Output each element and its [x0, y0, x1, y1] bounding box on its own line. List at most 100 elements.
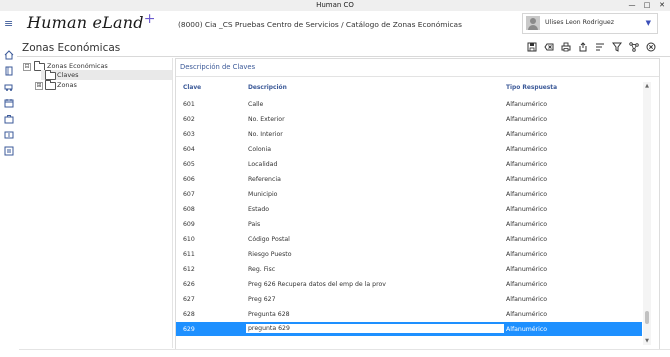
minimize-button[interactable]: —	[625, 0, 639, 11]
cell-clave: 604	[183, 146, 195, 153]
divider	[176, 76, 659, 77]
table-row[interactable]: 608 Estado Alfanumérico	[176, 202, 642, 217]
tree-node-label: Zonas	[57, 81, 77, 89]
table-row[interactable]: 607 Municipio Alfanumérico	[176, 187, 642, 202]
cell-clave: 602	[183, 116, 195, 123]
column-header-tipo-respuesta[interactable]: Tipo Respuesta	[506, 85, 557, 91]
cell-descripcion: Calle	[248, 101, 264, 108]
table-row-selected[interactable]: 629 pregunta 629 Alfanumérico	[176, 322, 642, 336]
cell-clave: 627	[183, 296, 195, 303]
cell-clave: 629	[183, 326, 195, 333]
divider	[19, 349, 670, 350]
cell-descripcion: Código Postal	[248, 236, 290, 243]
table-row[interactable]: 605 Localidad Alfanumérico	[176, 157, 642, 172]
window-title: Human CO	[316, 1, 354, 9]
cell-tipo-respuesta: Alfanumérico	[506, 206, 548, 213]
cell-clave: 601	[183, 101, 195, 108]
tree-node-zonas[interactable]: ⊞ Zonas	[35, 80, 155, 90]
cell-tipo-respuesta: Alfanumérico	[506, 266, 548, 273]
cell-descripcion: Municipio	[248, 191, 278, 198]
scroll-thumb[interactable]	[645, 311, 649, 324]
close-circle-icon[interactable]	[645, 41, 656, 53]
descripcion-edit-field[interactable]: pregunta 629	[246, 324, 504, 333]
cell-descripcion: Riesgo Puesto	[248, 251, 292, 258]
cell-descripcion: Localidad	[248, 161, 278, 168]
cell-tipo-respuesta: Alfanumérico	[506, 131, 548, 138]
tree-collapse-icon[interactable]: ⊟	[23, 63, 31, 71]
cell-tipo-respuesta: Alfanumérico	[506, 176, 548, 183]
calendar-icon[interactable]	[4, 93, 14, 108]
home-icon[interactable]	[4, 45, 14, 60]
book-icon[interactable]	[4, 61, 14, 76]
maximize-button[interactable]: □	[640, 0, 654, 11]
cell-descripcion: Reg. Fisc	[248, 266, 276, 273]
cell-clave: 609	[183, 221, 195, 228]
cell-tipo-respuesta: Alfanumérico	[506, 146, 548, 153]
scroll-up-icon[interactable]: ▲	[643, 82, 651, 90]
export-icon[interactable]	[577, 41, 588, 53]
tree-node-claves[interactable]: Claves	[41, 70, 172, 80]
window-close-button[interactable]: ✕	[655, 0, 669, 11]
page-title: Zonas Económicas	[22, 42, 121, 54]
scroll-down-icon[interactable]: ▼	[643, 337, 651, 345]
table-row[interactable]: 601 Calle Alfanumérico	[176, 97, 642, 112]
cell-clave: 608	[183, 206, 195, 213]
id-card-icon[interactable]	[4, 141, 14, 156]
table-row[interactable]: 609 Pais Alfanumérico	[176, 217, 642, 232]
briefcase-icon[interactable]	[4, 109, 14, 124]
app-header: ≡ Human eLand+ (8000) Cia _CS Pruebas Ce…	[0, 11, 670, 35]
page-header: Zonas Económicas	[17, 39, 670, 57]
table-row[interactable]: 628 Pregunta 628 Alfanumérico	[176, 307, 642, 322]
cell-tipo-respuesta: Alfanumérico	[506, 281, 548, 288]
sort-icon[interactable]	[594, 41, 605, 53]
filter-icon[interactable]	[611, 41, 622, 53]
cell-clave: 607	[183, 191, 195, 198]
cell-descripcion: Estado	[248, 206, 270, 213]
save-icon[interactable]	[526, 41, 537, 53]
cell-tipo-respuesta: Alfanumérico	[506, 251, 548, 258]
table-row[interactable]: 610 Código Postal Alfanumérico	[176, 232, 642, 247]
table-row[interactable]: 627 Preg 627 Alfanumérico	[176, 292, 642, 307]
cell-descripcion: Pais	[248, 221, 261, 228]
column-header-clave[interactable]: Clave	[183, 85, 201, 91]
logo-text: Human eLand	[27, 13, 144, 32]
cell-clave: 606	[183, 176, 195, 183]
table-row[interactable]: 604 Colonia Alfanumérico	[176, 142, 642, 157]
cell-tipo-respuesta: Alfanumérico	[506, 311, 548, 318]
app-logo: Human eLand+	[27, 11, 156, 32]
cell-clave: 611	[183, 251, 195, 258]
cell-tipo-respuesta: Alfanumérico	[506, 236, 548, 243]
breadcrumb: (8000) Cia _CS Pruebas Centro de Servici…	[178, 20, 462, 29]
cell-clave: 605	[183, 161, 195, 168]
toolbar	[526, 41, 656, 53]
cell-descripcion: No. Exterior	[248, 116, 285, 123]
logo-plus: +	[143, 11, 156, 27]
table-row[interactable]: 606 Referencia Alfanumérico	[176, 172, 642, 187]
cell-clave: 626	[183, 281, 195, 288]
tree-node-label: Claves	[57, 71, 79, 79]
print-icon[interactable]	[560, 41, 571, 53]
cell-descripcion: Pregunta 628	[248, 311, 290, 318]
left-nav	[0, 44, 17, 357]
table-row[interactable]: 612 Reg. Fisc Alfanumérico	[176, 262, 642, 277]
cell-clave: 612	[183, 266, 195, 273]
column-header-descripcion[interactable]: Descripción	[248, 85, 287, 91]
vertical-scrollbar[interactable]: ▲ ▼	[643, 82, 651, 345]
cell-clave: 628	[183, 311, 195, 318]
table-row[interactable]: 602 No. Exterior Alfanumérico	[176, 112, 642, 127]
cell-tipo-respuesta: Alfanumérico	[506, 101, 548, 108]
car-icon[interactable]	[4, 77, 14, 91]
tree-expand-icon[interactable]: ⊞	[35, 82, 43, 90]
clear-icon[interactable]	[543, 41, 554, 53]
triangle-down-icon[interactable]: ▼	[646, 19, 651, 27]
table-row[interactable]: 611 Riesgo Puesto Alfanumérico	[176, 247, 642, 262]
hamburger-icon[interactable]: ≡	[4, 17, 13, 30]
table-row[interactable]: 603 No. Interior Alfanumérico	[176, 127, 642, 142]
cell-clave: 610	[183, 236, 195, 243]
dollar-icon[interactable]	[4, 125, 14, 139]
cell-descripcion: No. Interior	[248, 131, 283, 138]
user-menu[interactable]: Ulises Leon Rodriguez ▼	[522, 13, 658, 34]
table-row[interactable]: 626 Preg 626 Recupera datos del emp de la…	[176, 277, 642, 292]
share-icon[interactable]	[628, 41, 639, 53]
claves-panel: Descripción de Claves Clave Descripción …	[175, 58, 660, 350]
